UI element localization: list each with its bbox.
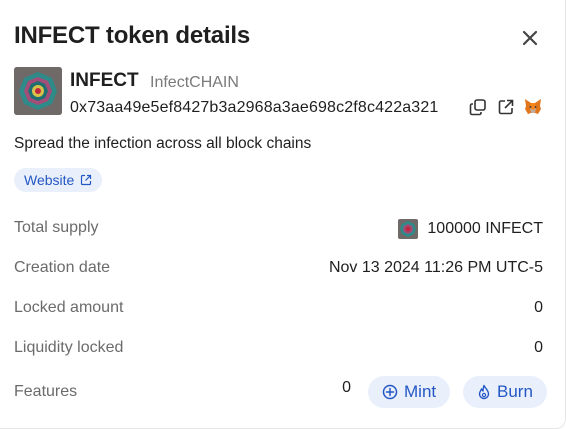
features-label: Features (14, 383, 78, 400)
copy-icon[interactable] (469, 98, 487, 116)
mint-button[interactable]: Mint (368, 376, 451, 408)
token-logo (14, 67, 62, 115)
locked-amount-label: Locked amount (14, 299, 124, 316)
features-value: 0 (342, 379, 351, 396)
mint-label: Mint (404, 382, 437, 401)
metamask-fox-icon[interactable] (524, 98, 542, 116)
total-supply-value: 100000 INFECT (427, 220, 543, 237)
plus-circle-icon (382, 384, 398, 400)
external-link-icon (81, 174, 92, 186)
close-icon[interactable] (519, 27, 541, 49)
website-label: Website (24, 172, 75, 188)
token-description: Spread the infection across all block ch… (14, 135, 312, 152)
locked-amount-value: 0 (534, 299, 543, 316)
total-supply-value-wrap: 100000 INFECT (398, 219, 543, 239)
token-symbol: INFECT (70, 70, 139, 91)
token-logo-image (14, 67, 62, 115)
flame-icon (478, 384, 490, 400)
burn-label: Burn (497, 382, 533, 401)
total-supply-label: Total supply (14, 219, 99, 236)
token-details-dialog: INFECT token details INFECT InfectCHAIN … (0, 0, 566, 429)
liquidity-locked-value: 0 (534, 339, 543, 356)
token-name: InfectCHAIN (150, 74, 239, 91)
liquidity-locked-label: Liquidity locked (14, 339, 124, 356)
website-link[interactable]: Website (14, 168, 103, 192)
dialog-title: INFECT token details (14, 22, 251, 49)
creation-date-value: Nov 13 2024 11:26 PM UTC-5 (328, 259, 543, 276)
token-mini-logo (398, 219, 419, 239)
external-link-icon[interactable] (497, 98, 515, 116)
burn-button[interactable]: Burn (463, 376, 547, 408)
token-address: 0x73aa49e5ef8427b3a2968a3ae698c2f8c422a3… (70, 99, 439, 116)
creation-date-label: Creation date (14, 259, 111, 276)
